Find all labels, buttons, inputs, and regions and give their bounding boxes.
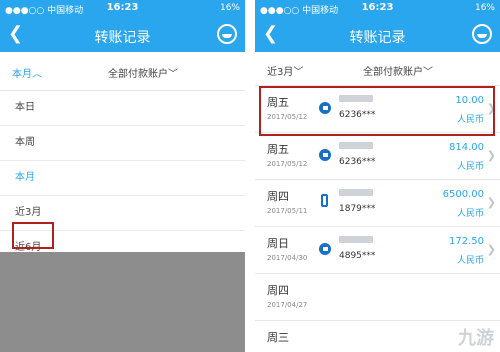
status-bar: ●●●○○ 中国移动 16:23 16% — [255, 0, 500, 18]
record-weekday: 周日 — [267, 237, 289, 250]
record-amount: 6500.00 — [442, 189, 484, 200]
record-date: 2017/04/30 — [267, 254, 308, 262]
status-bar: ●●●○○ 中国移动 16:23 16% — [0, 0, 245, 18]
right-screen: ●●●○○ 中国移动 16:23 16% ❮ 转账记录 近3月﹀ 全部付款账户﹀… — [255, 0, 500, 352]
record-date: 2017/05/11 — [267, 207, 308, 215]
masked-name — [339, 236, 373, 243]
watermark-logo: 九游 — [458, 328, 494, 349]
left-screen: ●●●○○ 中国移动 16:23 16% ❮ 转账记录 本月︿ 全部付款账户﹀ … — [0, 0, 245, 352]
masked-name — [339, 142, 373, 149]
transfer-record[interactable]: 周四 2017/04/27 — [255, 274, 500, 321]
record-weekday: 周三 — [267, 331, 289, 344]
account-filter[interactable]: 全部付款账户﹀ — [108, 65, 178, 80]
chevron-right-icon: ❯ — [486, 149, 496, 162]
transfer-record[interactable]: 周日 2017/04/30 4895*** 172.50 人民币 ❯ — [255, 227, 500, 274]
masked-name — [339, 189, 373, 196]
nav-bar: ❮ 转账记录 — [255, 18, 500, 52]
period-option-month[interactable]: 本月 — [0, 161, 245, 196]
customer-service-icon[interactable] — [217, 24, 237, 44]
highlight-box — [259, 86, 495, 136]
record-currency: 人民币 — [456, 256, 484, 266]
transfer-record[interactable]: 周五 2017/05/12 6236*** 814.00 人民币 ❯ — [255, 133, 500, 180]
record-currency: 人民币 — [456, 209, 484, 219]
record-date: 2017/05/12 — [267, 160, 308, 168]
record-amount: 814.00 — [449, 142, 484, 153]
record-amount: 172.50 — [449, 236, 484, 247]
record-date: 2017/04/27 — [267, 301, 308, 309]
record-weekday: 周四 — [267, 284, 289, 297]
chevron-right-icon: ❯ — [486, 196, 496, 209]
bank-icon — [319, 243, 331, 255]
period-filter[interactable]: 近3月﹀ — [267, 63, 303, 78]
highlight-box — [12, 222, 54, 249]
dim-overlay[interactable] — [0, 252, 245, 352]
period-filter[interactable]: 本月︿ — [12, 65, 42, 80]
record-account: 1879*** — [339, 204, 376, 214]
bank-icon — [319, 149, 331, 161]
battery-label: 16% — [474, 3, 495, 13]
record-weekday: 周四 — [267, 190, 289, 203]
clock: 16:23 — [361, 2, 394, 13]
page-title: 转账记录 — [349, 30, 406, 46]
record-account: 6236*** — [339, 157, 376, 167]
phone-icon — [321, 194, 328, 207]
page-title: 转账记录 — [94, 30, 151, 46]
battery-label: 16% — [219, 3, 240, 13]
nav-bar: ❮ 转账记录 — [0, 18, 245, 52]
record-account: 4895*** — [339, 251, 376, 261]
account-filter[interactable]: 全部付款账户﹀ — [363, 63, 433, 78]
filter-bar: 近3月﹀ 全部付款账户﹀ — [255, 52, 500, 86]
transfer-record[interactable]: 周四 2017/05/11 1879*** 6500.00 人民币 ❯ — [255, 180, 500, 227]
record-weekday: 周五 — [267, 143, 289, 156]
filter-bar: 本月︿ 全部付款账户﹀ — [0, 52, 245, 91]
period-option-today[interactable]: 本日 — [0, 91, 245, 126]
clock: 16:23 — [106, 2, 139, 13]
customer-service-icon[interactable] — [472, 24, 492, 44]
record-currency: 人民币 — [456, 162, 484, 172]
chevron-right-icon: ❯ — [486, 243, 496, 256]
period-option-week[interactable]: 本周 — [0, 126, 245, 161]
